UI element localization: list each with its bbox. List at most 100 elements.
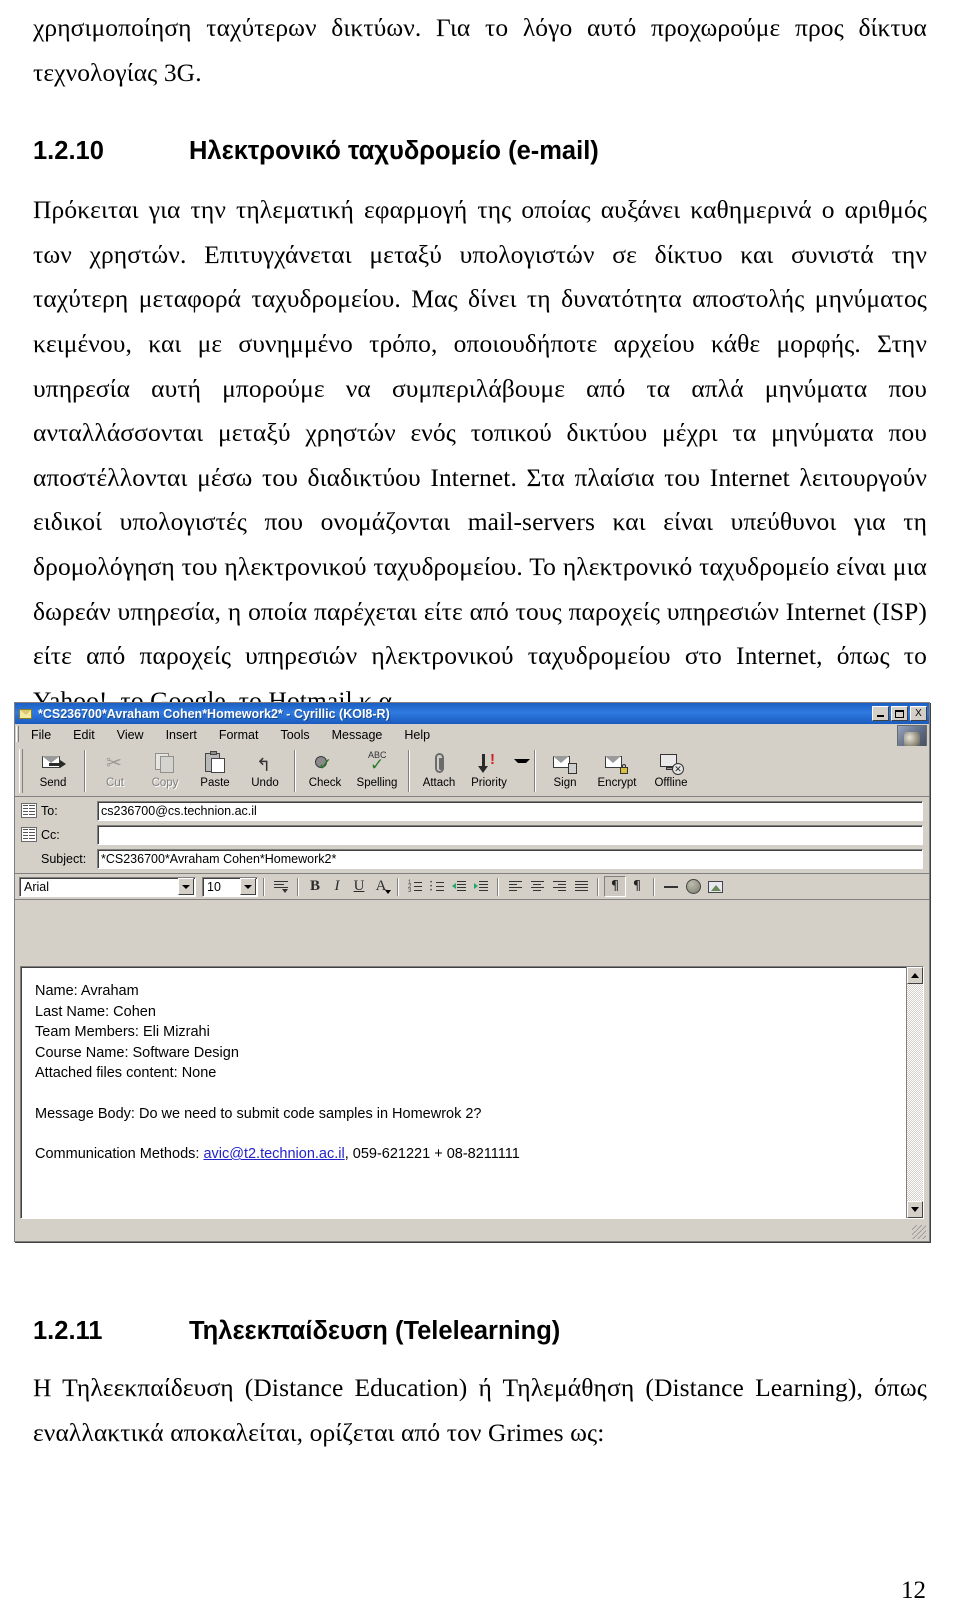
body-blank-line <box>35 1084 906 1104</box>
toolbar-button-copy[interactable]: Copy <box>140 748 190 796</box>
align-center-button[interactable] <box>526 876 548 897</box>
menu-item-view[interactable]: View <box>107 727 154 743</box>
toolbar-button-encrypt[interactable]: Encrypt <box>590 748 644 796</box>
toolbar-button-spelling[interactable]: ABC ✓ Spelling <box>350 748 404 796</box>
toolbar-label: Offline <box>654 777 688 789</box>
toolbar-button-sign[interactable]: Sign <box>540 748 590 796</box>
minimize-button[interactable] <box>872 706 889 721</box>
toolbar-label: Paste <box>200 777 230 789</box>
numbered-list-icon: 123 <box>408 880 422 894</box>
decrease-indent-button[interactable] <box>448 876 470 897</box>
window-title: *CS236700*Avraham Cohen*Homework2* - Cyr… <box>38 706 390 721</box>
font-size-select[interactable]: 10 <box>202 876 258 897</box>
paragraph-style-button[interactable] <box>270 876 292 897</box>
rtl-direction-button[interactable]: ¶ <box>626 876 648 897</box>
menu-item-help[interactable]: Help <box>394 727 440 743</box>
toolbar-button-attach[interactable]: Attach <box>414 748 464 796</box>
sign-icon <box>552 750 578 776</box>
increase-indent-button[interactable] <box>470 876 492 897</box>
menu-item-file[interactable]: File <box>21 727 61 743</box>
menu-item-format[interactable]: Format <box>209 727 269 743</box>
paragraph-ltr-icon: ¶ <box>610 879 620 894</box>
message-body-text[interactable]: Name: Avraham Last Name: Cohen Team Memb… <box>21 967 906 1218</box>
message-header-fields: To: cs236700@cs.technion.ac.il Cc: Subje… <box>15 797 929 874</box>
cc-input[interactable] <box>97 824 923 845</box>
toolbar-button-check[interactable]: ✓ Check <box>300 748 350 796</box>
underline-button[interactable]: U <box>348 876 370 897</box>
numbered-list-button[interactable]: 123 <box>404 876 426 897</box>
email-link[interactable]: avic@t2.technion.ac.il <box>203 1146 344 1162</box>
priority-dropdown-arrow-icon[interactable] <box>514 759 530 763</box>
toolbar-label: Priority <box>471 777 507 789</box>
format-separator <box>297 877 299 896</box>
toolbar-button-undo[interactable]: ↰ Undo <box>240 748 290 796</box>
to-input[interactable]: cs236700@cs.technion.ac.il <box>97 800 923 821</box>
scroll-up-button[interactable] <box>907 967 923 984</box>
align-right-icon <box>552 881 566 892</box>
toolbar-button-paste[interactable]: Paste <box>190 748 240 796</box>
font-family-value: Arial <box>24 879 50 894</box>
bold-button[interactable]: B <box>304 876 326 897</box>
bulleted-list-button[interactable]: • • • <box>426 876 448 897</box>
format-separator <box>263 877 265 896</box>
toolbar-label: Cut <box>106 777 124 789</box>
italic-button[interactable]: I <box>326 876 348 897</box>
menu-item-edit[interactable]: Edit <box>63 727 105 743</box>
menu-item-tools[interactable]: Tools <box>270 727 319 743</box>
chevron-down-icon[interactable] <box>178 878 194 895</box>
comm-suffix: , 059-621221 + 08-8211111 <box>344 1146 520 1162</box>
format-separator <box>397 877 399 896</box>
chevron-down-icon[interactable] <box>385 890 391 894</box>
justify-button[interactable] <box>570 876 592 897</box>
chevron-down-icon[interactable] <box>240 878 256 895</box>
toolbar-button-send[interactable]: Send <box>26 748 80 796</box>
toolbar-label: Copy <box>151 777 179 789</box>
hyperlink-globe-icon <box>685 879 701 894</box>
format-separator <box>497 877 499 896</box>
insert-picture-button[interactable] <box>704 876 726 897</box>
font-family-select[interactable]: Arial <box>19 876 196 897</box>
font-color-button[interactable]: A <box>370 876 392 897</box>
bulleted-list-icon: • • • <box>430 880 444 894</box>
align-left-icon <box>508 881 522 892</box>
paragraph-rtl-icon: ¶ <box>632 879 642 894</box>
scrollbar-track[interactable] <box>907 984 923 1201</box>
resize-grip[interactable] <box>912 1225 926 1239</box>
insert-horizontal-line-button[interactable] <box>660 876 682 897</box>
undo-icon: ↰ <box>256 755 272 776</box>
toolbar-button-priority[interactable]: ! Priority <box>464 748 514 796</box>
toolbar-separator <box>294 750 296 792</box>
align-right-button[interactable] <box>548 876 570 897</box>
encrypt-icon <box>604 750 630 776</box>
address-book-icon[interactable] <box>21 827 37 842</box>
increase-indent-icon <box>474 881 488 892</box>
window-controls: X <box>872 706 927 721</box>
message-body-editor[interactable]: Name: Avraham Last Name: Cohen Team Memb… <box>20 966 924 1219</box>
toolbar-button-offline[interactable]: ✕ Offline <box>644 748 698 796</box>
toolbar-grip[interactable] <box>19 749 23 793</box>
address-book-icon[interactable] <box>21 803 37 818</box>
copy-icon <box>152 750 178 776</box>
vertical-scrollbar[interactable] <box>906 967 923 1218</box>
insert-hyperlink-button[interactable] <box>682 876 704 897</box>
body-line-last-name: Last Name: Cohen <box>35 1003 156 1020</box>
main-toolbar: Send ✂ Cut Copy Paste ↰ Undo ✓ Check ABC… <box>15 746 929 797</box>
body-line-name: Name: Avraham <box>35 983 139 999</box>
document-page: χρησιμοποίηση ταχύτερων δικτύων. Για το … <box>0 0 960 1617</box>
body-line-attached-files: Attached files content: None <box>35 1065 217 1081</box>
menu-item-insert[interactable]: Insert <box>156 727 207 743</box>
close-icon: X <box>915 707 922 719</box>
menu-item-message[interactable]: Message <box>322 727 393 743</box>
body-blank-line <box>35 1124 906 1144</box>
comm-prefix: Communication Methods: <box>35 1146 204 1162</box>
close-button[interactable]: X <box>910 706 927 721</box>
page-number: 12 <box>901 1577 926 1604</box>
maximize-button[interactable] <box>891 706 908 721</box>
body-message-text: Message Body: Do we need to submit code … <box>35 1105 482 1122</box>
subject-input[interactable]: *CS236700*Avraham Cohen*Homework2* <box>97 848 923 869</box>
toolbar-button-cut[interactable]: ✂ Cut <box>90 748 140 796</box>
scroll-down-button[interactable] <box>907 1201 923 1218</box>
body-line-message: Message Body: Do we need to submit code … <box>35 1104 906 1125</box>
align-left-button[interactable] <box>504 876 526 897</box>
ltr-direction-button[interactable]: ¶ <box>604 876 626 897</box>
